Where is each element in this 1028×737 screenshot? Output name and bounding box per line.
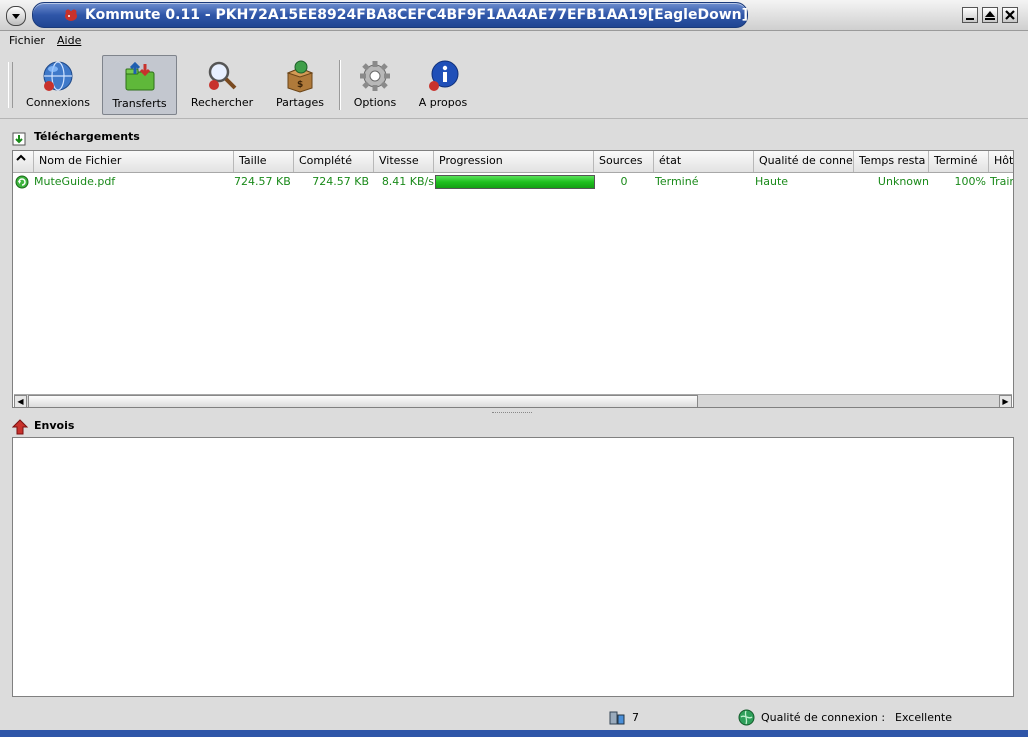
column-header-remaining[interactable]: Temps resta <box>854 151 929 172</box>
row-speed: 8.41 KB/s <box>381 175 434 188</box>
row-size: 724.57 KB <box>234 175 291 188</box>
magnifier-icon <box>208 61 237 90</box>
peers-count: 7 <box>632 711 639 724</box>
toolbar: Connexions Transferts Rechercher $ Parta… <box>0 52 1028 119</box>
column-header-sources[interactable]: Sources <box>594 151 654 172</box>
menu-fichier[interactable]: Fichier <box>9 34 45 47</box>
sort-toggle[interactable] <box>13 151 34 172</box>
menu-bar: Fichier Aide <box>0 31 1028 51</box>
toolbar-apropos-label: A propos <box>418 96 468 109</box>
toolbar-connexions-label: Connexions <box>26 96 90 109</box>
minimize-button[interactable] <box>962 7 978 23</box>
row-sources: 0 <box>620 175 628 188</box>
upload-arrow-icon <box>12 419 29 435</box>
toolbar-partages-label: Partages <box>276 96 324 109</box>
toolbar-rechercher-button[interactable]: Rechercher <box>186 55 258 115</box>
toolbar-rechercher-label: Rechercher <box>190 96 254 109</box>
toolbar-transferts-button[interactable]: Transferts <box>102 55 177 115</box>
minimize-icon <box>966 18 974 20</box>
column-header-quality[interactable]: Qualité de conne <box>754 151 854 172</box>
window-title: Kommute 0.11 - PKH72A15EE8924FBA8CEFC4BF… <box>85 7 748 23</box>
svg-text:$: $ <box>297 80 303 90</box>
row-state: Terminé <box>655 175 699 188</box>
shared-box-icon: $ <box>286 60 314 93</box>
connection-quality-icon <box>738 709 755 726</box>
maximize-button[interactable] <box>982 7 998 23</box>
column-header-state[interactable]: état <box>654 151 754 172</box>
uploads-title: Envois <box>34 419 75 432</box>
scroll-right-button[interactable]: ▶ <box>999 395 1012 407</box>
window-menu-button[interactable] <box>6 6 26 26</box>
scroll-left-button[interactable]: ◀ <box>14 395 27 407</box>
toolbar-options-label: Options <box>353 96 397 109</box>
uploads-header: Envois <box>12 419 212 435</box>
toolbar-transferts-label: Transferts <box>112 97 167 110</box>
chevron-down-icon <box>12 14 20 19</box>
row-status-icon-cell <box>15 173 33 191</box>
downloads-table[interactable]: Nom de Fichier Taille Complété Vitesse P… <box>12 150 1014 408</box>
toolbar-connexions-button[interactable]: Connexions <box>22 55 94 115</box>
scrollbar-thumb[interactable] <box>28 395 698 407</box>
download-icon <box>12 132 26 146</box>
column-header-speed[interactable]: Vitesse <box>374 151 434 172</box>
toolbar-grip[interactable] <box>8 62 13 108</box>
row-progress-fill <box>436 176 594 188</box>
close-icon <box>1005 10 1015 20</box>
column-header-finished[interactable]: Terminé <box>929 151 989 172</box>
status-bar: 7 Qualité de connexion : Excellente <box>0 706 1028 730</box>
toolbar-separator <box>339 60 341 110</box>
pane-splitter[interactable] <box>492 412 532 416</box>
chevron-up-icon <box>16 154 26 161</box>
close-button[interactable] <box>1002 7 1018 23</box>
column-header-completed[interactable]: Complété <box>294 151 374 172</box>
column-header-host[interactable]: Hôt <box>989 151 1013 172</box>
downloads-header: Téléchargements <box>12 130 312 146</box>
column-header-size[interactable]: Taille <box>234 151 294 172</box>
row-filename: MuteGuide.pdf <box>34 175 116 188</box>
title-bar: Kommute 0.11 - PKH72A15EE8924FBA8CEFC4BF… <box>0 0 1028 31</box>
row-remaining: Unknown <box>877 175 929 188</box>
refresh-icon <box>15 175 29 189</box>
row-quality: Haute <box>755 175 789 188</box>
row-progress-bar <box>435 175 595 189</box>
network-peers-icon <box>609 711 625 725</box>
kommute-app-icon <box>65 9 77 21</box>
horizontal-scrollbar[interactable]: ◀ ▶ <box>14 394 1012 407</box>
downloads-table-header: Nom de Fichier Taille Complété Vitesse P… <box>13 151 1013 173</box>
globe-icon <box>43 61 73 91</box>
row-host: Trair <box>990 175 1014 188</box>
toolbar-apropos-button[interactable]: A propos <box>412 55 474 115</box>
connection-quality-label: Qualité de connexion : <box>761 711 886 724</box>
window-title-bar[interactable]: Kommute 0.11 - PKH72A15EE8924FBA8CEFC4BF… <box>32 2 748 28</box>
folder-transfer-icon <box>125 61 154 91</box>
row-finished: 100% <box>954 175 986 188</box>
toolbar-partages-button[interactable]: $ Partages <box>266 55 334 115</box>
table-row[interactable]: MuteGuide.pdf 724.57 KB 724.57 KB 8.41 K… <box>13 173 1014 191</box>
window-bottom-border <box>0 730 1028 737</box>
column-header-filename[interactable]: Nom de Fichier <box>34 151 234 172</box>
toolbar-options-button[interactable]: Options <box>346 55 404 115</box>
row-completed: 724.57 KB <box>312 175 369 188</box>
downloads-title: Téléchargements <box>34 130 140 143</box>
maximize-icon <box>985 11 995 20</box>
menu-aide[interactable]: Aide <box>57 34 81 47</box>
column-header-progress[interactable]: Progression <box>434 151 594 172</box>
info-icon <box>429 60 459 91</box>
gear-icon <box>360 61 390 91</box>
uploads-list[interactable] <box>12 437 1014 697</box>
connection-quality-value: Excellente <box>895 711 953 724</box>
